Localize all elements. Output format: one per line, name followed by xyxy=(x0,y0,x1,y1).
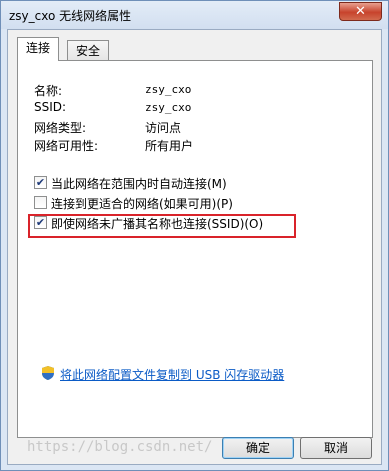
checkbox-auto-connect[interactable]: ✔ xyxy=(34,176,47,189)
highlight-box xyxy=(28,214,296,238)
properties-window: zsy_cxo 无线网络属性 ✕ 连接 安全 名称: zsy_cxo SSID:… xyxy=(0,0,389,471)
field-value-name: zsy_cxo xyxy=(145,83,192,96)
copy-profile-to-usb-link[interactable]: 将此网络配置文件复制到 USB 闪存驱动器 xyxy=(60,366,284,383)
field-label-availability: 网络可用性: xyxy=(34,139,99,153)
tab-security[interactable]: 安全 xyxy=(67,40,110,62)
field-value-ssid: zsy_cxo xyxy=(145,101,192,114)
field-label-network-type: 网络类型: xyxy=(34,121,87,135)
option-label: 连接到更适合的网络(如果可用)(P) xyxy=(51,197,233,211)
field-value-network-type: 访问点 xyxy=(145,121,182,135)
tab-connection[interactable]: 连接 xyxy=(17,37,60,61)
ok-button[interactable]: 确定 xyxy=(222,437,294,459)
checkbox-prefer-better-network[interactable] xyxy=(34,196,47,209)
dialog-client-area: 连接 安全 名称: zsy_cxo SSID: zsy_cxo 网络类型: 访问… xyxy=(7,29,382,465)
field-label-ssid: SSID: xyxy=(34,100,67,114)
window-title: zsy_cxo 无线网络属性 xyxy=(9,9,132,23)
field-value-availability: 所有用户 xyxy=(145,139,194,153)
cancel-button[interactable]: 取消 xyxy=(300,437,372,459)
uac-shield-icon xyxy=(42,366,54,380)
title-bar[interactable]: zsy_cxo 无线网络属性 ✕ xyxy=(1,1,388,29)
option-label: 当此网络在范围内时自动连接(M) xyxy=(51,177,227,191)
tab-panel: 名称: zsy_cxo SSID: zsy_cxo 网络类型: 访问点 网络可用… xyxy=(17,60,373,438)
close-button[interactable]: ✕ xyxy=(339,2,382,21)
watermark-text: https://blog.csdn.net/ xyxy=(27,439,213,455)
field-label-name: 名称: xyxy=(34,84,63,98)
